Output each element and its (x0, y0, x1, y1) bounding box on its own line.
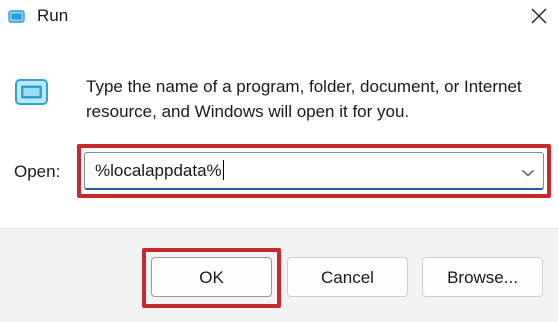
browse-button[interactable]: Browse... (422, 257, 543, 297)
open-input-value: %localappdata% (95, 161, 222, 180)
run-icon (14, 78, 50, 108)
cancel-button[interactable]: Cancel (287, 257, 408, 297)
title-bar[interactable]: Run (0, 0, 558, 34)
open-label: Open: (14, 162, 61, 181)
text-caret (222, 160, 224, 180)
close-icon (531, 8, 547, 24)
window-title: Run (37, 6, 69, 25)
close-button[interactable] (512, 0, 558, 34)
run-icon (8, 9, 26, 25)
open-combobox[interactable]: %localappdata% (84, 152, 544, 190)
chevron-down-icon[interactable] (521, 165, 535, 177)
run-description: Type the name of a program, folder, docu… (86, 77, 522, 121)
open-input[interactable]: %localappdata% (95, 160, 224, 182)
run-dialog: Run Type the name of a program, folder, … (0, 0, 558, 322)
ok-button[interactable]: OK (151, 257, 272, 297)
